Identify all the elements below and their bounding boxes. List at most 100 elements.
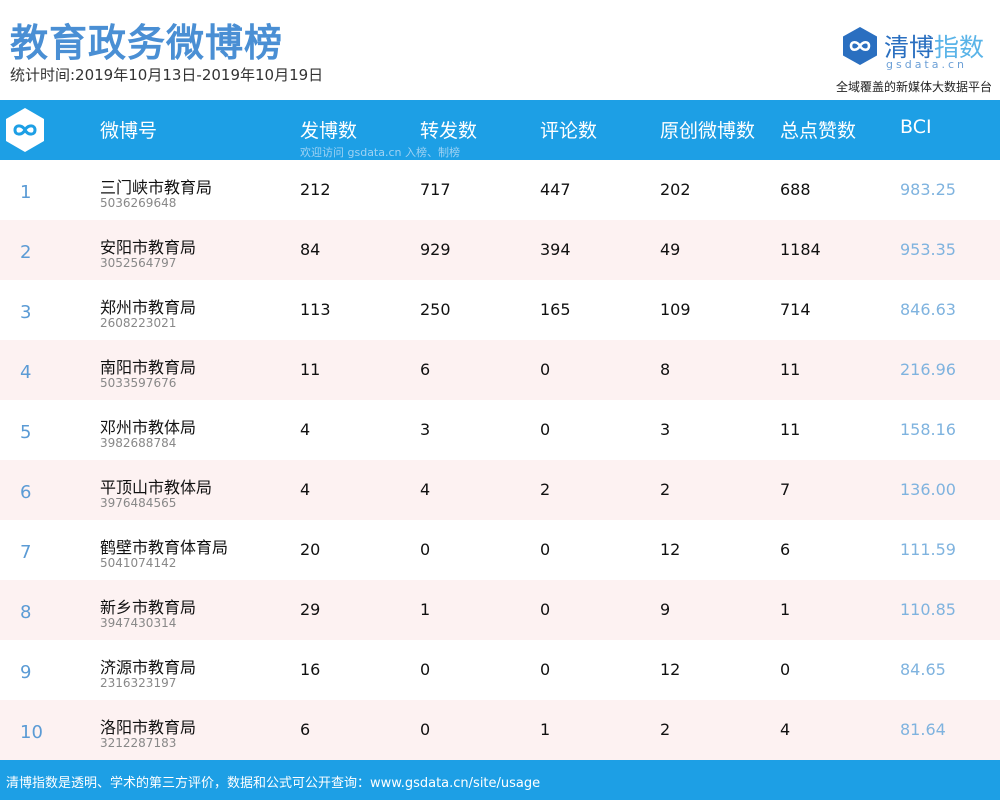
original-cell: 8 — [660, 360, 671, 379]
posts-cell: 212 — [300, 180, 331, 199]
header-note: 欢迎访问 gsdata.cn 入榜、制榜 — [300, 146, 460, 159]
bci-cell: 158.16 — [900, 420, 956, 439]
rank-cell: 7 — [20, 542, 32, 563]
likes-cell: 688 — [780, 180, 811, 199]
comments-cell: 394 — [540, 240, 571, 259]
original-cell: 49 — [660, 240, 681, 259]
bci-cell: 983.25 — [900, 180, 956, 199]
bci-cell: 110.85 — [900, 600, 956, 619]
account-name: 安阳市教育局 — [100, 238, 197, 257]
posts-cell: 4 — [300, 420, 311, 439]
reposts-cell: 0 — [420, 660, 431, 679]
account-name: 郑州市教育局 — [100, 298, 197, 317]
comments-cell: 0 — [540, 420, 551, 439]
account-name: 平顶山市教体局 — [100, 478, 213, 497]
account-id: 5033597676 — [100, 376, 177, 390]
rank-cell: 5 — [20, 422, 32, 443]
likes-cell: 714 — [780, 300, 811, 319]
likes-cell: 0 — [780, 660, 791, 679]
comments-cell: 0 — [540, 660, 551, 679]
column-header-comments: 评论数 — [540, 120, 598, 142]
posts-cell: 11 — [300, 360, 321, 379]
bci-cell: 846.63 — [900, 300, 956, 319]
likes-cell: 7 — [780, 480, 791, 499]
reposts-cell: 929 — [420, 240, 451, 259]
likes-cell: 11 — [780, 420, 801, 439]
original-cell: 12 — [660, 660, 681, 679]
account-id: 3982688784 — [100, 436, 177, 450]
reposts-cell: 717 — [420, 180, 451, 199]
comments-cell: 0 — [540, 540, 551, 559]
rank-cell: 10 — [20, 722, 43, 743]
rank-cell: 4 — [20, 362, 32, 383]
rank-cell: 2 — [20, 242, 32, 263]
column-header-bci: BCI — [900, 116, 932, 138]
account-name: 三门峡市教育局 — [100, 178, 213, 197]
page-title: 教育政务微博榜 — [10, 21, 284, 65]
posts-cell: 113 — [300, 300, 331, 319]
comments-cell: 1 — [540, 720, 551, 739]
brand-domain: gsdata.cn — [886, 58, 968, 71]
rank-cell: 9 — [20, 662, 32, 683]
comments-cell: 0 — [540, 360, 551, 379]
posts-cell: 4 — [300, 480, 311, 499]
table-row: 2 安阳市教育局 3052564797 84 929 394 49 1184 9… — [0, 220, 1000, 280]
column-header-reposts: 转发数 — [420, 120, 478, 142]
table-row: 6 平顶山市教体局 3976484565 4 4 2 2 7 136.00 — [0, 460, 1000, 520]
posts-cell: 6 — [300, 720, 311, 739]
bci-cell: 216.96 — [900, 360, 956, 379]
page-header: 教育政务微博榜 统计时间:2019年10月13日-2019年10月19日 清博指… — [0, 0, 1000, 100]
column-header-likes: 总点赞数 — [780, 120, 857, 142]
table-row: 5 邓州市教体局 3982688784 4 3 0 3 11 158.16 — [0, 400, 1000, 460]
table-body: 1 三门峡市教育局 5036269648 212 717 447 202 688… — [0, 160, 1000, 760]
comments-cell: 2 — [540, 480, 551, 499]
original-cell: 2 — [660, 720, 671, 739]
original-cell: 12 — [660, 540, 681, 559]
bci-cell: 111.59 — [900, 540, 956, 559]
original-cell: 9 — [660, 600, 671, 619]
account-id: 3947430314 — [100, 616, 177, 630]
table-header: 微博号 发博数 转发数 评论数 原创微博数 总点赞数 BCI 欢迎访问 gsda… — [0, 100, 1000, 160]
original-cell: 109 — [660, 300, 691, 319]
account-id: 2608223021 — [100, 316, 177, 330]
account-name: 鹤壁市教育体育局 — [100, 538, 229, 557]
posts-cell: 84 — [300, 240, 321, 259]
original-cell: 202 — [660, 180, 691, 199]
reposts-cell: 4 — [420, 480, 431, 499]
bci-cell: 81.64 — [900, 720, 946, 739]
rank-cell: 3 — [20, 302, 32, 323]
rank-cell: 1 — [20, 182, 32, 203]
posts-cell: 16 — [300, 660, 321, 679]
likes-cell: 11 — [780, 360, 801, 379]
posts-cell: 20 — [300, 540, 321, 559]
table-row: 4 南阳市教育局 5033597676 11 6 0 8 11 216.96 — [0, 340, 1000, 400]
reposts-cell: 0 — [420, 540, 431, 559]
reposts-cell: 1 — [420, 600, 431, 619]
account-id: 3976484565 — [100, 496, 177, 510]
bci-cell: 84.65 — [900, 660, 946, 679]
comments-cell: 447 — [540, 180, 571, 199]
bci-cell: 953.35 — [900, 240, 956, 259]
table-row: 1 三门峡市教育局 5036269648 212 717 447 202 688… — [0, 160, 1000, 220]
account-id: 2316323197 — [100, 676, 177, 690]
table-row: 8 新乡市教育局 3947430314 29 1 0 9 1 110.85 — [0, 580, 1000, 640]
column-header-posts: 发博数 — [300, 120, 358, 142]
table-row: 9 济源市教育局 2316323197 16 0 0 12 0 84.65 — [0, 640, 1000, 700]
comments-cell: 0 — [540, 600, 551, 619]
table-row: 10 洛阳市教育局 3212287183 6 0 1 2 4 81.64 — [0, 700, 1000, 760]
account-name: 南阳市教育局 — [100, 358, 197, 377]
statistics-period: 统计时间:2019年10月13日-2019年10月19日 — [10, 66, 324, 84]
reposts-cell: 0 — [420, 720, 431, 739]
account-id: 3212287183 — [100, 736, 177, 750]
likes-cell: 1 — [780, 600, 791, 619]
account-id: 3052564797 — [100, 256, 177, 270]
header-infinity-hexagon-icon — [6, 108, 44, 152]
reposts-cell: 6 — [420, 360, 431, 379]
table-row: 7 鹤壁市教育体育局 5041074142 20 0 0 12 6 111.59 — [0, 520, 1000, 580]
page-footer: 清博指数是透明、学术的第三方评价，数据和公式可公开查询：www.gsdata.c… — [0, 760, 1000, 800]
reposts-cell: 3 — [420, 420, 431, 439]
account-id: 5036269648 — [100, 196, 177, 210]
bci-cell: 136.00 — [900, 480, 956, 499]
rank-cell: 8 — [20, 602, 32, 623]
likes-cell: 4 — [780, 720, 791, 739]
